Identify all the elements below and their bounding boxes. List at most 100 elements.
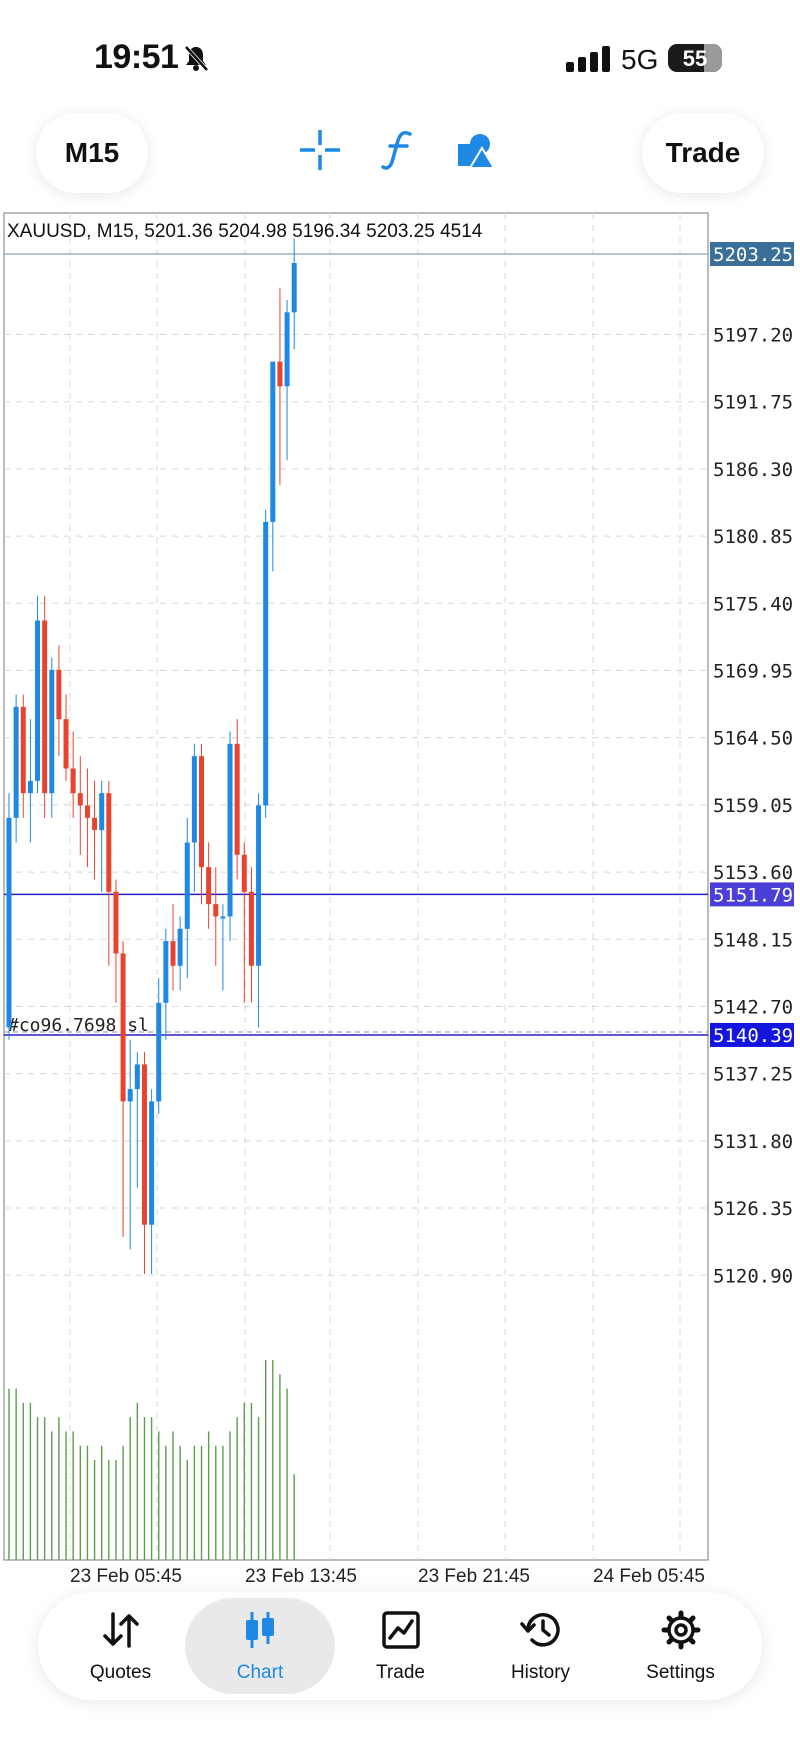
price-level-tag-text: 5140.39 <box>713 1025 793 1047</box>
function-icon[interactable] <box>380 130 416 170</box>
price-tick-label: 5164.50 <box>713 728 793 750</box>
quotes-arrows-icon <box>102 1612 139 1648</box>
candle-body <box>63 719 69 769</box>
time-axis: 23 Feb 05:45 23 Feb 13:45 23 Feb 21:45 24 F… <box>70 1566 705 1587</box>
time-tick-label: 24 Feb 05:45 <box>593 1566 705 1587</box>
battery-level: 55 <box>682 46 708 71</box>
price-tick-label: 5137.25 <box>713 1064 793 1086</box>
price-tick-label: 5120.90 <box>713 1265 793 1287</box>
candle-body <box>20 706 26 794</box>
trade-chart-icon <box>381 1611 420 1649</box>
nav-trade[interactable]: Trade <box>328 1592 473 1700</box>
candle-body <box>270 361 276 522</box>
price-levels: 5151.79 5140.39 #co96.7698 sl 5203.25 <box>4 242 794 1047</box>
price-tick-label: 5180.85 <box>713 526 793 548</box>
price-tick-label: 5175.40 <box>713 593 793 615</box>
chart-info: XAUUSD, M15, 5201.36 5204.98 5196.34 520… <box>7 221 483 242</box>
candle-body <box>113 891 119 954</box>
candle-body <box>84 805 90 818</box>
battery-icon: 55 <box>668 44 722 72</box>
price-tick-label: 5159.05 <box>713 795 793 817</box>
candle-body <box>42 620 48 794</box>
candle-body <box>27 780 33 794</box>
price-tick-label: 5131.80 <box>713 1131 793 1153</box>
candle-body <box>256 805 262 966</box>
price-tick-label: 5148.15 <box>713 929 793 951</box>
candle-body <box>177 928 183 966</box>
price-tick-label: 5169.95 <box>713 660 793 682</box>
candle-body <box>49 669 55 794</box>
timeframe-button[interactable]: M15 <box>36 113 148 193</box>
nav-quotes-label: Quotes <box>89 1662 152 1683</box>
trade-button-label: Trade <box>665 137 741 168</box>
nav-chart-label: Chart <box>236 1662 284 1683</box>
nav-history-label: History <box>510 1662 571 1683</box>
candle-body <box>227 743 233 917</box>
candle-body <box>156 1002 162 1102</box>
volume-bars <box>8 1360 295 1560</box>
status-bar: 19:51 5G 55 <box>0 0 800 110</box>
nav-history[interactable]: History <box>468 1592 613 1700</box>
price-tick-label: 5126.35 <box>713 1198 793 1220</box>
signal-icon <box>566 46 610 72</box>
history-clock-icon <box>519 1613 560 1647</box>
candle-body <box>13 706 19 818</box>
candles-icon <box>246 1612 274 1648</box>
price-tick-label: 5153.60 <box>713 862 793 884</box>
crosshair-icon[interactable] <box>300 130 340 170</box>
candle-body <box>106 793 112 892</box>
price-tick-label: 5197.20 <box>713 325 793 347</box>
price-chart-area[interactable]: 5151.79 5140.39 #co96.7698 sl 5203.25 5197.… <box>0 212 800 1592</box>
order-line-label: #co96.7698 sl <box>8 1015 149 1036</box>
candle-body <box>120 953 126 1102</box>
candle-body <box>134 1064 140 1090</box>
price-tick-label: 5186.30 <box>713 459 793 481</box>
candle-body <box>99 793 105 831</box>
candle-body <box>291 262 297 313</box>
objects-icon[interactable] <box>456 130 496 170</box>
network-type: 5G <box>621 44 659 75</box>
candle-body <box>163 941 169 1003</box>
price-tick-label: 5142.70 <box>713 996 793 1018</box>
gear-icon <box>661 1610 700 1650</box>
candle-body <box>149 1101 155 1225</box>
nav-trade-label: Trade <box>376 1662 425 1683</box>
candle-body <box>35 620 41 781</box>
price-tick-label: 5191.75 <box>713 392 793 414</box>
price-chart[interactable]: 5151.79 5140.39 #co96.7698 sl 5203.25 5197.… <box>0 212 800 1592</box>
candle-body <box>277 361 283 387</box>
candle-body <box>241 854 247 892</box>
candle-body <box>170 941 176 966</box>
status-time: 19:51 <box>94 38 179 76</box>
candle-body <box>141 1064 147 1225</box>
nav-settings-label: Settings <box>646 1662 715 1683</box>
candle-body <box>234 743 240 855</box>
candle-body <box>70 768 76 794</box>
time-tick-label: 23 Feb 13:45 <box>245 1566 357 1587</box>
candle-body <box>248 891 254 966</box>
candle-body <box>127 1089 133 1102</box>
candle-body <box>213 904 219 917</box>
bottom-navigation: Quotes Chart Trade History Settings <box>38 1592 762 1700</box>
candle-body <box>56 669 62 720</box>
time-tick-label: 23 Feb 05:45 <box>70 1566 182 1587</box>
price-axis: 5197.20 5191.75 5186.30 5180.85 5175.40 5169.… <box>713 325 793 1288</box>
timeframe-label: M15 <box>64 137 120 168</box>
nav-quotes[interactable]: Quotes <box>48 1592 193 1700</box>
nav-settings[interactable]: Settings <box>608 1592 753 1700</box>
current-price-tag-text: 5203.25 <box>713 244 793 266</box>
candle-body <box>184 842 190 929</box>
candle-body <box>191 756 197 843</box>
candle-body <box>6 817 12 1028</box>
price-level-tag-text: 5151.79 <box>713 884 793 906</box>
nav-chart[interactable]: Chart <box>185 1598 335 1694</box>
candle-body <box>206 867 212 905</box>
candle-body <box>220 916 226 919</box>
candle-body <box>92 817 98 831</box>
candle-body <box>77 793 83 806</box>
candles <box>6 238 297 1275</box>
time-tick-label: 23 Feb 21:45 <box>418 1566 530 1587</box>
trade-button[interactable]: Trade <box>642 113 764 193</box>
candle-body <box>263 521 269 806</box>
bell-muted-icon <box>184 45 209 72</box>
